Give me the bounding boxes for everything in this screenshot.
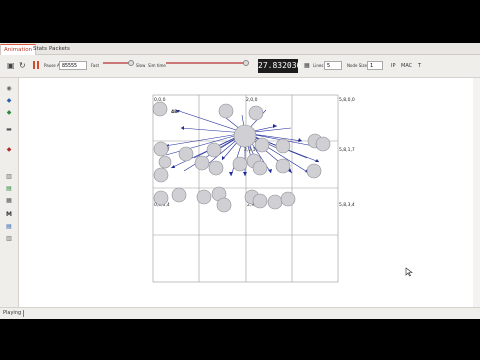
toolbar: ▣ ↻ Pause At 85555 Fast Slow Sim time 27… [0, 55, 480, 78]
mobility-icon[interactable]: M [5, 212, 13, 218]
node[interactable] [152, 101, 168, 117]
t-toggle[interactable]: T [418, 63, 421, 69]
node[interactable] [252, 193, 268, 209]
grid-icon[interactable]: ▦ [304, 61, 310, 71]
tab-bar: Animation Stats Packets [0, 43, 480, 55]
ip-toggle[interactable]: IP [391, 63, 396, 69]
route-icon[interactable]: ▤ [5, 186, 13, 192]
pause-at-input[interactable]: 85555 [59, 61, 87, 70]
speed-slider-handle[interactable] [128, 60, 134, 66]
tab-packets[interactable]: Packets [46, 44, 73, 54]
node[interactable] [196, 189, 212, 205]
sim-clock: 27.832036 [258, 59, 301, 73]
node[interactable] [153, 190, 169, 206]
save-icon[interactable]: ▣ [7, 61, 15, 71]
fast-label: Fast [91, 63, 100, 68]
sim-time-slider[interactable] [166, 62, 248, 64]
reload-icon[interactable]: ↻ [19, 61, 26, 71]
status-indicator [23, 310, 24, 317]
node-icon[interactable]: ◆ [5, 147, 13, 153]
shrink-icon[interactable]: ◆ [5, 110, 13, 116]
node[interactable] [267, 194, 283, 210]
grid-label-top-mid: 2,0,0 [246, 97, 258, 103]
node[interactable] [158, 155, 172, 169]
grid-label-top-right: 5,8,0,0 [339, 97, 355, 103]
lines-label: Lines [313, 63, 324, 68]
list-icon[interactable]: ▤ [5, 224, 13, 230]
node[interactable] [232, 156, 248, 172]
node[interactable] [153, 167, 169, 183]
lines-spinbox[interactable]: 5 [324, 61, 342, 70]
node[interactable] [153, 141, 169, 157]
grid-label-mid-right: 5,8,1,7 [339, 147, 355, 153]
node[interactable] [280, 191, 296, 207]
node[interactable] [233, 124, 257, 148]
copy-icon[interactable]: ▥ [5, 174, 13, 180]
wifi-nodes [152, 101, 331, 213]
filter-icon[interactable]: ▥ [5, 236, 13, 242]
node[interactable] [275, 138, 291, 154]
mac-toggle[interactable]: MAC [401, 63, 412, 69]
grid-label-low-right: 5,8,3,4 [339, 202, 355, 208]
packet-icon[interactable]: ▬ [5, 127, 13, 133]
zoom-out-icon[interactable]: ◆ [5, 98, 13, 104]
sim-time-slider-handle[interactable] [243, 60, 249, 66]
left-sidebar: ◉ ◆ ◆ ▬ ◆ ▥ ▤ ▦ M ▤ ▥ [0, 78, 19, 308]
node[interactable] [171, 187, 187, 203]
node[interactable] [216, 197, 232, 213]
topology-view: 0,0,0 2,0,0 5,8,0,0 0,0,1,7 2,0,1,7 5,8,… [152, 94, 413, 283]
node-size-label: Node Size [347, 63, 367, 68]
mouse-cursor-icon [405, 267, 413, 277]
node[interactable] [206, 142, 222, 158]
node[interactable] [254, 137, 270, 153]
node[interactable] [315, 136, 331, 152]
status-bar: Playing [0, 307, 480, 319]
pause-button[interactable] [33, 61, 39, 69]
node[interactable] [218, 103, 234, 119]
slow-label: Slow [136, 63, 146, 68]
table-icon[interactable]: ▦ [5, 198, 13, 204]
node[interactable] [208, 160, 224, 176]
zoom-in-icon[interactable]: ◉ [5, 86, 13, 92]
animation-canvas[interactable]: 0,0,0 2,0,0 5,8,0,0 0,0,1,7 2,0,1,7 5,8,… [19, 78, 473, 308]
node[interactable] [178, 146, 194, 162]
status-text: Playing [3, 310, 22, 316]
netanim-window: Animation Stats Packets ▣ ↻ Pause At 855… [0, 43, 480, 319]
node[interactable] [248, 105, 264, 121]
node[interactable] [194, 155, 210, 171]
node[interactable] [252, 160, 268, 176]
sim-time-label: Sim time [148, 63, 166, 68]
node[interactable] [306, 163, 322, 179]
node[interactable] [275, 158, 291, 174]
node-size-combo[interactable]: 1 [367, 61, 383, 70]
